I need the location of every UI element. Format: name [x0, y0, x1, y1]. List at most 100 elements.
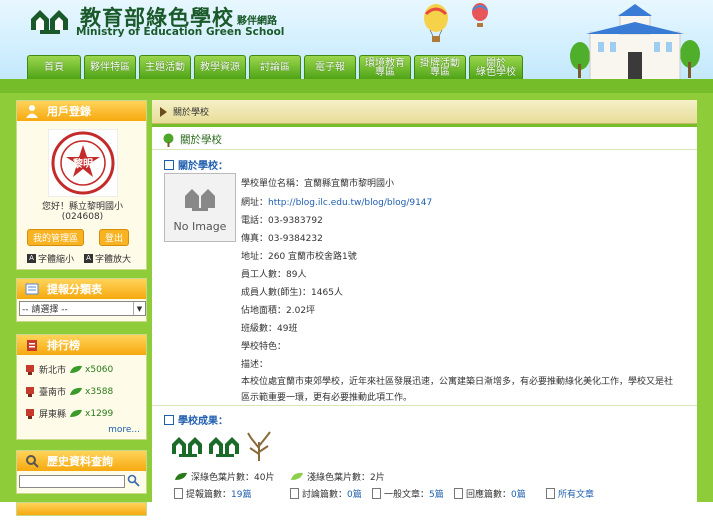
history-box-title: 歷史資料查詢: [47, 455, 113, 468]
main-nav: 首頁 夥伴特區 主題活動 教學資源 討論區 電子報 環境教育 專區 掛牌活動 專區 …: [27, 55, 526, 79]
info-school-name: 學校單位名稱：宜蘭縣宜蘭市黎明國小: [241, 176, 394, 189]
bare-tree-icon: [247, 431, 271, 461]
trophy-icon: [26, 364, 34, 375]
my-manage-button[interactable]: 我的管理區: [27, 229, 85, 246]
font-big-icon: A: [84, 254, 93, 263]
school-building-icon: [570, 4, 700, 81]
breadcrumb: 關於學校: [152, 100, 697, 124]
chart-icon: [27, 340, 37, 351]
title-underline: [152, 149, 697, 150]
login-box: 用戶登錄 黎明 您好！縣立黎明國小 (024608) 我的管理區 登出 A 字體…: [16, 100, 147, 270]
stat-value[interactable]: 0篇: [511, 487, 526, 500]
green-school-house-icon: [209, 437, 239, 457]
info-label: 成員人數(師生)：: [241, 288, 312, 298]
tab-home[interactable]: 首頁: [27, 55, 81, 79]
info-label: 佔地面積：: [241, 306, 287, 316]
ranking-item-3[interactable]: 屏東縣 x1299: [25, 407, 113, 420]
ranking-item-1[interactable]: 新北市 x5060: [25, 363, 113, 376]
next-box-peek: [16, 502, 147, 516]
website-link[interactable]: http://blog.ilc.edu.tw/blog/blog/9147: [268, 198, 432, 208]
history-search-input[interactable]: [19, 475, 125, 488]
ranking-item-name: 屏東縣: [39, 410, 67, 420]
school-badge-icon: 黎明: [48, 129, 118, 197]
font-big-label: 字體放大: [95, 255, 132, 265]
category-select-value: -- 請選擇 --: [22, 305, 68, 315]
stat-value[interactable]: 19篇: [231, 487, 251, 500]
account-id: (024608): [61, 212, 104, 222]
logout-button[interactable]: 登出: [99, 229, 130, 246]
document-icon: [546, 488, 555, 499]
tree-icon: [163, 133, 174, 147]
stat-articles: 一般文章： 5篇: [372, 487, 444, 500]
login-box-header: 用戶登錄: [17, 101, 146, 121]
leaf-icon: [70, 409, 83, 417]
title-divider: [152, 124, 697, 127]
info-fax: 傳真：03-9384232: [241, 231, 323, 244]
info-value: 89人: [286, 270, 307, 280]
info-description: 描述：: [241, 357, 268, 370]
page-title: 關於學校: [162, 132, 222, 147]
leaf-icon: [70, 365, 83, 373]
page-title-text: 關於學校: [180, 134, 222, 146]
sidebar: 用戶登錄 黎明 您好！縣立黎明國小 (024608) 我的管理區 登出 A 字體…: [16, 100, 147, 522]
all-articles-link[interactable]: 所有文章: [558, 487, 594, 500]
tab-theme-activity[interactable]: 主題活動: [139, 55, 191, 79]
user-icon: [26, 105, 38, 118]
tab-teaching-resource[interactable]: 教學資源: [194, 55, 246, 79]
ranking-more-link[interactable]: more...: [108, 425, 140, 435]
info-label: 網址：: [241, 198, 269, 208]
tab-plaque-activity[interactable]: 掛牌活動 專區: [414, 55, 466, 79]
stat-label: 討論篇數：: [302, 490, 348, 500]
info-label: 學校單位名稱：: [241, 179, 305, 189]
stat-reports: 提報篇數： 19篇: [174, 487, 251, 500]
section-marker-icon: [164, 159, 174, 170]
green-school-house-icon: [172, 437, 202, 457]
green-school-logo-icon: [31, 10, 68, 34]
stat-value[interactable]: 0篇: [347, 487, 362, 500]
info-staff-count: 員工人數：89人: [241, 267, 306, 280]
search-icon[interactable]: [127, 474, 140, 487]
tab-newsletter-label: 電子報: [315, 62, 345, 73]
info-value: 1465人: [311, 288, 343, 298]
main-content: 關於學校 關於學校 關於學校： No Image 學校單位名稱：宜蘭縣宜蘭市黎明…: [152, 100, 697, 502]
description-text: 本校位處宜蘭市東郊學校，近年來社區發展迅速，公寓建築日漸增多，有必要推動綠化美化…: [241, 374, 689, 406]
tab-env-edu[interactable]: 環境教育 專區: [359, 55, 411, 79]
breadcrumb-text: 關於學校: [173, 108, 210, 118]
info-label: 班級數：: [241, 324, 278, 334]
stat-value[interactable]: 5篇: [429, 487, 444, 500]
site-subtitle: 夥伴網路: [237, 16, 277, 27]
tab-about-label-2: 綠色學校: [476, 66, 516, 78]
font-big-button[interactable]: A 字體放大: [84, 252, 131, 265]
info-features: 學校特色：: [241, 339, 286, 352]
tab-env-edu-label-2: 專區: [375, 66, 395, 78]
info-value: 03-9383792: [268, 216, 323, 226]
ranking-item-name: 新北市: [39, 366, 67, 376]
stat-discussions: 討論篇數： 0篇: [290, 487, 362, 500]
tab-newsletter[interactable]: 電子報: [304, 55, 356, 79]
tab-forum[interactable]: 討論區: [249, 55, 301, 79]
category-box-title: 提報分類表: [47, 283, 102, 296]
info-value: 03-9384232: [268, 234, 323, 244]
font-small-button[interactable]: A 字體縮小: [27, 252, 74, 265]
light-leaf-text: 淺綠色葉片數：2片: [307, 473, 385, 483]
info-value: 宜蘭縣宜蘭市黎明國小: [304, 179, 395, 189]
info-area: 佔地面積：2.02坪: [241, 303, 315, 316]
login-box-title: 用戶登錄: [47, 105, 91, 118]
tab-partner-zone-label: 夥伴特區: [90, 62, 130, 73]
no-image-text: No Image: [173, 220, 227, 233]
greeting-text: 您好！縣立黎明國小: [41, 202, 123, 212]
nav-underline: [0, 79, 713, 93]
category-box: 提報分類表 -- 請選擇 -- ▼: [16, 278, 147, 322]
trophy-icon: [26, 386, 34, 397]
results-divider: [152, 405, 697, 406]
document-icon: [454, 488, 463, 499]
category-select[interactable]: -- 請選擇 -- ▼: [19, 301, 146, 316]
light-leaf-icon: [291, 472, 303, 480]
breadcrumb-arrow-icon: [160, 106, 167, 117]
tab-partner-zone[interactable]: 夥伴特區: [84, 55, 136, 79]
category-list-icon: [25, 283, 39, 295]
site-header: 教育部綠色學校 夥伴網路 Ministry of Education Green…: [0, 0, 713, 88]
tab-about-green-school[interactable]: 關於 綠色學校: [469, 55, 523, 79]
ranking-item-count: x3588: [85, 386, 114, 397]
ranking-item-2[interactable]: 臺南市 x3588: [25, 385, 113, 398]
